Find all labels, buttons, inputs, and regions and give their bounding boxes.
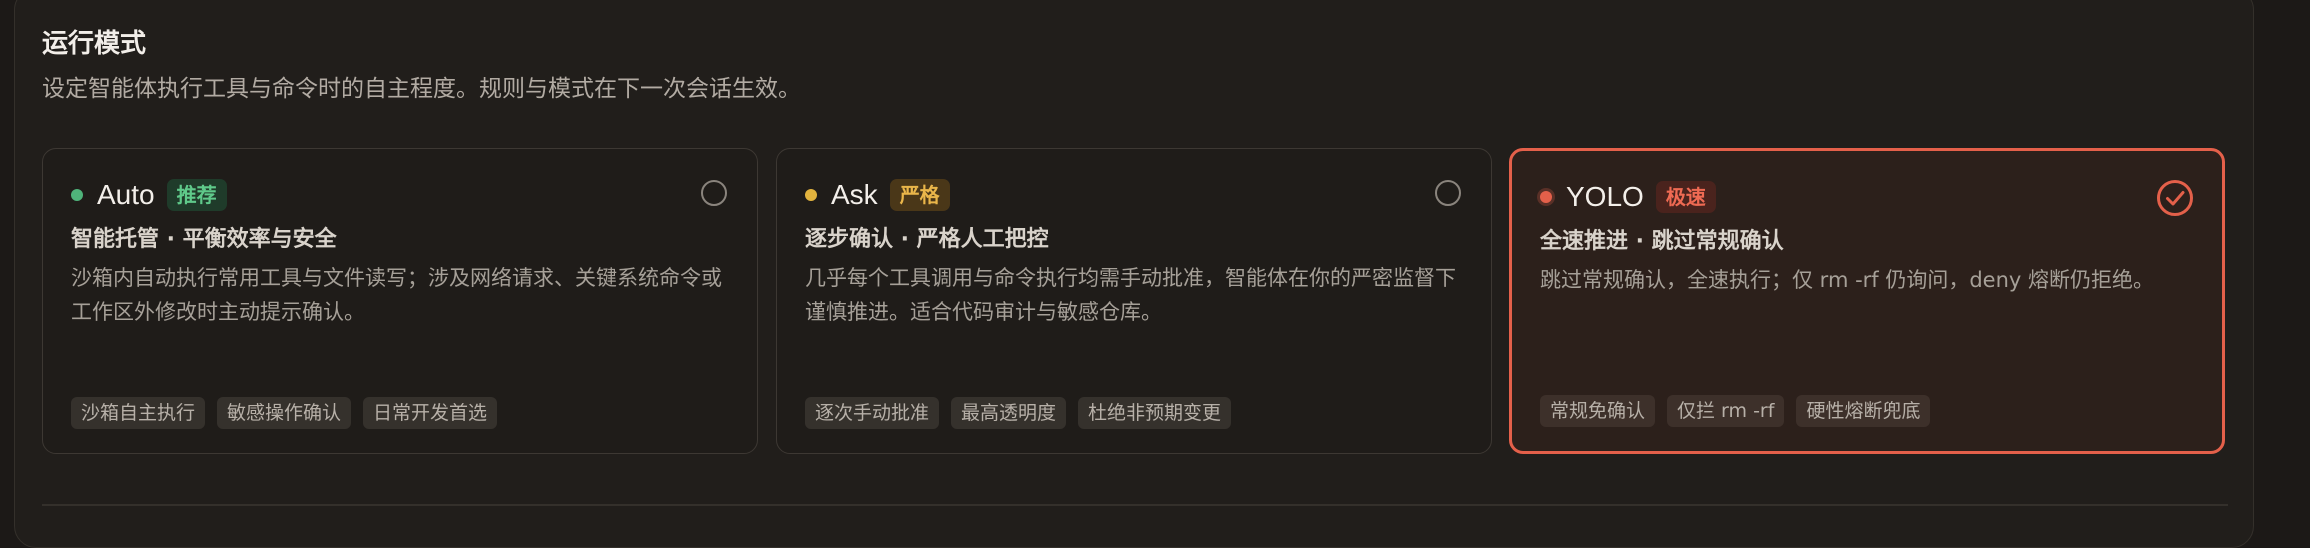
tag: 杜绝非预期变更 [1078, 397, 1232, 429]
mode-card-auto[interactable]: Auto 推荐 智能托管 · 平衡效率与安全 沙箱内自动执行常用工具与文件读写；… [42, 148, 758, 454]
strict-badge: 严格 [889, 179, 950, 211]
mode-name: Ask [831, 179, 878, 210]
fast-badge: 极速 [1655, 181, 1716, 213]
mode-card-header: Ask 严格 [805, 177, 950, 213]
status-dot [1540, 191, 1552, 203]
radio-button-auto[interactable] [701, 180, 727, 206]
mode-name: Auto [97, 179, 155, 210]
tag: 常规免确认 [1540, 395, 1656, 427]
mode-card-yolo[interactable]: YOLO 极速 全速推进 · 跳过常规确认 跳过常规确认，全速执行；仅 rm -… [1509, 148, 2225, 454]
mode-name: YOLO [1566, 181, 1644, 212]
section-title: 运行模式 [42, 29, 147, 59]
divider [42, 504, 2228, 506]
mode-heading: 智能托管 · 平衡效率与安全 [71, 227, 337, 252]
mode-card-header: YOLO 极速 [1540, 179, 1716, 215]
tag: 最高透明度 [951, 397, 1067, 429]
tag: 逐次手动批准 [805, 397, 940, 429]
mode-card-header: Auto 推荐 [71, 177, 227, 213]
recommended-badge: 推荐 [166, 179, 227, 211]
tag: 沙箱自主执行 [71, 397, 206, 429]
status-dot [71, 189, 83, 201]
mode-heading: 全速推进 · 跳过常规确认 [1540, 229, 1784, 254]
radio-button-ask[interactable] [1435, 180, 1461, 206]
check-circle-icon[interactable] [2156, 179, 2194, 217]
tag: 敏感操作确认 [217, 397, 352, 429]
status-dot [805, 189, 817, 201]
mode-description: 几乎每个工具调用与命令执行均需手动批准，智能体在你的严密监督下谨慎推进。适合代码… [805, 266, 1456, 324]
tag: 硬性熔断兜底 [1796, 395, 1931, 427]
section-subtitle: 设定智能体执行工具与命令时的自主程度。规则与模式在下一次会话生效。 [42, 76, 801, 102]
mode-tags: 逐次手动批准 最高透明度 杜绝非预期变更 [805, 397, 1232, 429]
mode-description: 跳过常规确认，全速执行；仅 rm -rf 仍询问，deny 熔断仍拒绝。 [1540, 268, 2155, 292]
tag: 日常开发首选 [363, 397, 498, 429]
mode-heading: 逐步确认 · 严格人工把控 [805, 227, 1049, 252]
mode-tags: 沙箱自主执行 敏感操作确认 日常开发首选 [71, 397, 498, 429]
tag: 仅拦 rm -rf [1667, 395, 1785, 427]
mode-card-ask[interactable]: Ask 严格 逐步确认 · 严格人工把控 几乎每个工具调用与命令执行均需手动批准… [776, 148, 1492, 454]
mode-description: 沙箱内自动执行常用工具与文件读写；涉及网络请求、关键系统命令或工作区外修改时主动… [71, 266, 722, 324]
mode-tags: 常规免确认 仅拦 rm -rf 硬性熔断兜底 [1540, 395, 1931, 427]
